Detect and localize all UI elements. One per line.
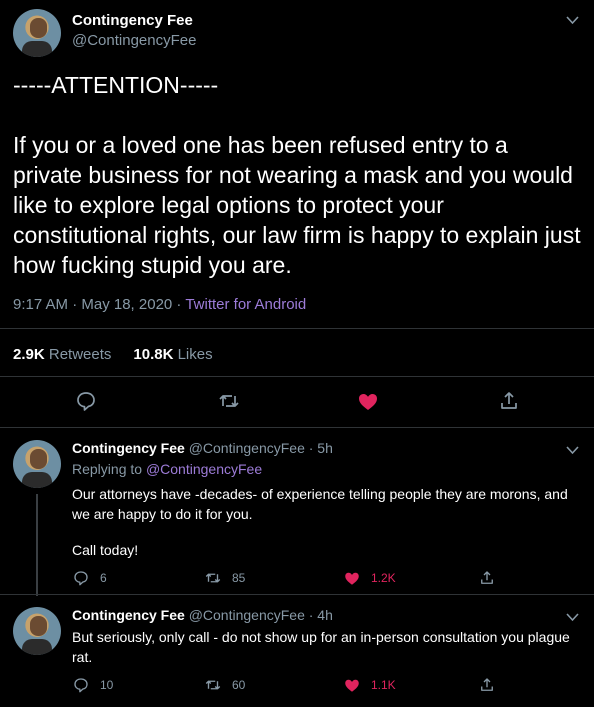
reply-count: 10 — [100, 678, 114, 692]
author-handle-time[interactable]: @ContingencyFee · 5h — [189, 440, 333, 456]
avatar[interactable] — [13, 607, 61, 655]
retweet-icon — [205, 573, 221, 583]
retweets-label: Retweets — [48, 346, 112, 363]
retweet-icon[interactable] — [217, 389, 241, 413]
retweets-count: 2.9K — [13, 346, 45, 363]
heart-filled-icon[interactable] — [356, 389, 380, 413]
replying-to: Replying to @ContingencyFee — [72, 461, 262, 477]
chevron-down-icon[interactable] — [566, 14, 579, 27]
likes-stat[interactable]: 10.8K Likes — [133, 346, 212, 363]
reply-text: Our attorneys have -decades- of experien… — [72, 486, 568, 522]
reply-button[interactable]: 10 — [72, 676, 113, 694]
chevron-down-icon[interactable] — [566, 611, 579, 624]
reply-header: Contingency Fee @ContingencyFee · 4h — [72, 607, 333, 623]
share-icon[interactable] — [497, 389, 521, 413]
retweet-button[interactable]: 85 — [204, 569, 245, 587]
like-count: 1.1K — [371, 678, 396, 692]
tweet-timestamp[interactable]: 9:17 AM · May 18, 2020 · — [13, 296, 185, 313]
retweet-icon — [205, 680, 221, 690]
like-count: 1.2K — [371, 571, 396, 585]
like-button[interactable]: 1.1K — [343, 676, 396, 694]
avatar[interactable] — [13, 440, 61, 488]
tweet-body: If you or a loved one has been refused e… — [13, 132, 581, 278]
divider — [0, 376, 594, 377]
main-tweet: Contingency Fee @ContingencyFee -----ATT… — [0, 0, 594, 428]
heart-filled-icon — [345, 572, 359, 585]
reply-tweet: Contingency Fee @ContingencyFee · 5h Rep… — [0, 440, 594, 596]
likes-count: 10.8K — [133, 346, 174, 363]
author-name[interactable]: Contingency Fee — [72, 440, 185, 456]
share-button[interactable] — [478, 676, 496, 694]
replying-label: Replying to — [72, 461, 146, 477]
reply-header: Contingency Fee @ContingencyFee · 5h — [72, 440, 333, 456]
reply-button[interactable]: 6 — [72, 569, 107, 587]
reply-count: 6 — [100, 571, 107, 585]
reply-icon[interactable] — [74, 389, 98, 413]
reply-tweet: Contingency Fee @ContingencyFee · 4h But… — [0, 607, 594, 703]
reply-text: Call today! — [72, 542, 139, 558]
thread-line — [36, 494, 38, 596]
like-button[interactable]: 1.2K — [343, 569, 396, 587]
divider — [0, 594, 594, 595]
author-name[interactable]: Contingency Fee — [72, 607, 185, 623]
mention-link[interactable]: @ContingencyFee — [146, 461, 262, 477]
share-icon — [481, 571, 493, 584]
heart-filled-icon — [345, 679, 359, 692]
tweet-source[interactable]: Twitter for Android — [185, 296, 306, 313]
author-handle-time[interactable]: @ContingencyFee · 4h — [189, 607, 333, 623]
retweet-button[interactable]: 60 — [204, 676, 245, 694]
reply-icon — [74, 571, 88, 586]
retweet-count: 85 — [232, 571, 246, 585]
author-handle[interactable]: @ContingencyFee — [72, 32, 196, 49]
reply-actions: 6 85 1.2K — [72, 569, 582, 589]
likes-label: Likes — [177, 346, 213, 363]
tweet-text: -----ATTENTION----- If you or a loved on… — [13, 70, 583, 280]
chevron-down-icon[interactable] — [566, 444, 579, 457]
reply-text: But seriously, only call - do not show u… — [72, 629, 570, 665]
tweet-headline: -----ATTENTION----- — [13, 72, 219, 98]
reply-actions: 10 60 1.1K — [72, 676, 582, 696]
divider — [0, 427, 594, 428]
avatar[interactable] — [13, 9, 61, 57]
retweet-count: 60 — [232, 678, 246, 692]
divider — [0, 328, 594, 329]
retweets-stat[interactable]: 2.9K Retweets — [13, 346, 111, 363]
tweet-actions — [0, 389, 594, 419]
tweet-stats: 2.9K Retweets 10.8K Likes — [13, 346, 213, 363]
tweet-meta: 9:17 AM · May 18, 2020 · Twitter for And… — [13, 296, 306, 313]
reply-icon — [74, 678, 88, 693]
share-button[interactable] — [478, 569, 496, 587]
author-name[interactable]: Contingency Fee — [72, 12, 193, 29]
share-icon — [481, 678, 493, 691]
